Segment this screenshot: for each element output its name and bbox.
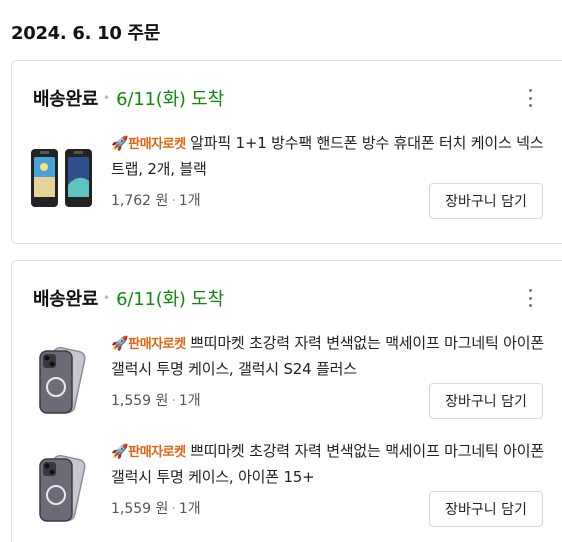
price-quantity: 1,559 원 · 1개 xyxy=(111,501,201,517)
more-options-icon[interactable] xyxy=(522,89,538,107)
separator-dot: • xyxy=(103,91,111,105)
order-item: 🚀판매자로켓 쁘띠마켓 초강력 자력 변색없는 맥세이프 마그네틱 아이폰 갤럭… xyxy=(12,331,562,431)
order-card: 배송완료 • 6/11(화) 도착 🚀판매자로켓 알파픽 1+1 방수팩 핸드폰… xyxy=(11,60,562,244)
arrival-date: 6/11(화) 도착 xyxy=(116,289,224,310)
order-item: 🚀판매자로켓 알파픽 1+1 방수팩 핸드폰 방수 휴대폰 터치 케이스 넥스트… xyxy=(12,131,562,231)
delivery-status-row: 배송완료 • 6/11(화) 도착 xyxy=(33,285,224,311)
price: 1,762 원 xyxy=(111,193,169,209)
rocket-icon: 🚀 xyxy=(111,136,129,152)
delivery-status: 배송완료 xyxy=(33,89,99,110)
arrival-date: 6/11(화) 도착 xyxy=(116,89,224,110)
delivery-status-row: 배송완료 • 6/11(화) 도착 xyxy=(33,85,224,111)
product-title[interactable]: 🚀판매자로켓 쁘띠마켓 초강력 자력 변색없는 맥세이프 마그네틱 아이폰 갤럭… xyxy=(111,331,547,381)
order-card: 배송완료 • 6/11(화) 도착 🚀판매자로켓 쁘띠마켓 초강력 자력 변색없… xyxy=(11,260,562,542)
product-thumbnail[interactable] xyxy=(26,453,98,525)
add-to-cart-button[interactable]: 장바구니 담기 xyxy=(429,491,543,527)
quantity: 1개 xyxy=(178,393,201,409)
order-date: 2024. 6. 10 주문 xyxy=(11,23,161,44)
seller-rocket-badge: 판매자로켓 xyxy=(128,337,186,352)
rocket-icon: 🚀 xyxy=(111,336,129,352)
price-quantity: 1,559 원 · 1개 xyxy=(111,393,201,409)
more-options-icon[interactable] xyxy=(522,289,538,307)
price: 1,559 원 xyxy=(111,393,169,409)
add-to-cart-button[interactable]: 장바구니 담기 xyxy=(429,183,543,219)
product-thumbnail[interactable] xyxy=(26,345,98,417)
rocket-icon: 🚀 xyxy=(111,444,129,460)
product-thumbnail[interactable] xyxy=(26,145,98,217)
product-title[interactable]: 🚀판매자로켓 쁘띠마켓 초강력 자력 변색없는 맥세이프 마그네틱 아이폰 갤럭… xyxy=(111,439,547,489)
order-item: 🚀판매자로켓 쁘띠마켓 초강력 자력 변색없는 맥세이프 마그네틱 아이폰 갤럭… xyxy=(12,439,562,539)
seller-rocket-badge: 판매자로켓 xyxy=(128,137,186,152)
separator-dot: • xyxy=(103,291,111,305)
seller-rocket-badge: 판매자로켓 xyxy=(128,445,186,460)
delivery-status: 배송완료 xyxy=(33,289,99,310)
product-title[interactable]: 🚀판매자로켓 알파픽 1+1 방수팩 핸드폰 방수 휴대폰 터치 케이스 넥스트… xyxy=(111,131,547,181)
add-to-cart-button[interactable]: 장바구니 담기 xyxy=(429,383,543,419)
price: 1,559 원 xyxy=(111,501,169,517)
quantity: 1개 xyxy=(178,193,201,209)
quantity: 1개 xyxy=(178,501,201,517)
price-quantity: 1,762 원 · 1개 xyxy=(111,193,201,209)
